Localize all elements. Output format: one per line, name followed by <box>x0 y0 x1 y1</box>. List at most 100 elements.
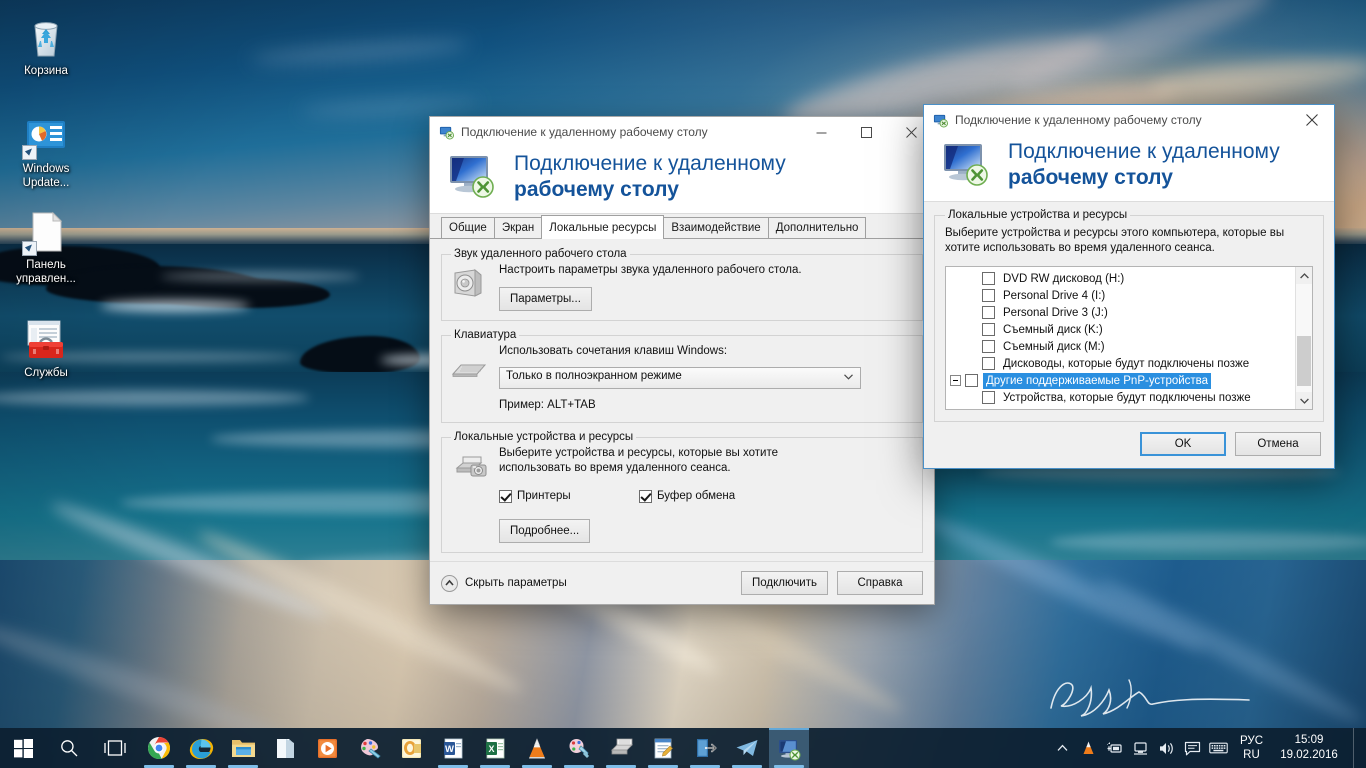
tree-item[interactable]: DVD RW дисковод (H:) <box>948 270 1295 287</box>
taskbar-app-movies-tv[interactable] <box>307 728 347 768</box>
tree-item-checkbox[interactable] <box>982 391 995 404</box>
foam <box>0 390 310 406</box>
windows-key-combo[interactable]: Только в полноэкранном режиме <box>499 367 861 389</box>
taskbar-app-onenote[interactable] <box>265 728 305 768</box>
desktop-icon-services[interactable]: Службы <box>8 316 84 381</box>
tree-item-checkbox[interactable] <box>982 340 995 353</box>
tree-item-checkbox[interactable] <box>982 306 995 319</box>
tree-item-selected[interactable]: Другие поддерживаемые PnP-устройства <box>948 372 1295 389</box>
scroll-down-button[interactable] <box>1296 392 1312 409</box>
ok-button[interactable]: OK <box>1140 432 1226 456</box>
connect-button[interactable]: Подключить <box>740 571 828 595</box>
checkbox-clipboard-box[interactable] <box>639 489 652 503</box>
system-tray[interactable]: РУС RU 15:09 19.02.2016 <box>1050 728 1366 768</box>
tray-icon-volume[interactable] <box>1154 728 1180 768</box>
devices-tree-listbox[interactable]: DVD RW дисковод (H:) Personal Drive 4 (I… <box>945 266 1313 410</box>
taskbar-app-file-explorer[interactable] <box>223 728 263 768</box>
help-button[interactable]: Справка <box>837 571 923 595</box>
windows-key-combo-wrap[interactable]: Только в полноэкранном режиме <box>499 367 861 389</box>
devices-description-1: Выберите устройства и ресурсы этого комп… <box>945 227 1285 239</box>
foam <box>100 300 250 312</box>
tray-icon-network[interactable] <box>1128 728 1154 768</box>
taskbar-app-paint[interactable] <box>559 728 599 768</box>
taskbar-app-word[interactable]: W <box>433 728 473 768</box>
scroll-thumb[interactable] <box>1297 335 1311 386</box>
tray-icon-safely-remove-hardware[interactable] <box>1102 728 1128 768</box>
tab-general[interactable]: Общие <box>441 217 495 238</box>
tab-local-resources[interactable]: Локальные ресурсы <box>541 215 665 239</box>
tree-item[interactable]: Устройства, которые будут подключены поз… <box>948 389 1295 406</box>
taskbar-app-internet-explorer[interactable] <box>181 728 221 768</box>
tree-item-checkbox[interactable] <box>982 357 995 370</box>
taskbar-app-remote-desktop[interactable] <box>769 728 809 768</box>
tree-item[interactable]: Съемный диск (M:) <box>948 338 1295 355</box>
collapse-expander-icon[interactable] <box>950 375 961 386</box>
checkbox-printers-box[interactable] <box>499 489 512 503</box>
taskbar-app-outlook[interactable] <box>391 728 431 768</box>
titlebar[interactable]: Подключение к удаленному рабочему столу <box>430 117 934 147</box>
minimize-button[interactable] <box>799 117 844 147</box>
devices-tree-scrollbar[interactable] <box>1295 267 1312 409</box>
scroll-track[interactable] <box>1296 284 1312 392</box>
clock-date: 19.02.2016 <box>1280 749 1338 761</box>
tab-strip[interactable]: Общие Экран Локальные ресурсы Взаимодейс… <box>430 214 934 239</box>
desktop-icon-recycle-bin[interactable]: Корзина <box>8 14 84 79</box>
start-button[interactable] <box>0 728 46 768</box>
search-button[interactable] <box>46 728 92 768</box>
cloud-wisp <box>1001 0 1279 107</box>
language-indicator[interactable]: РУС RU <box>1232 734 1271 762</box>
window-controls <box>799 117 934 147</box>
group-keyboard-description: Использовать сочетания клавиш Windows: <box>499 345 728 357</box>
maximize-button[interactable] <box>844 117 889 147</box>
tree-item-checkbox[interactable] <box>982 289 995 302</box>
desktop-icon-control-panel[interactable]: Панель управлен... <box>8 208 84 286</box>
hide-options-link[interactable]: Скрыть параметры <box>441 574 567 592</box>
more-devices-button[interactable]: Подробнее... <box>499 519 591 543</box>
taskbar-app-vlc[interactable] <box>517 728 557 768</box>
checkbox-printers[interactable]: Принтеры <box>499 489 639 503</box>
taskbar-app-logoff[interactable] <box>685 728 725 768</box>
task-view-button[interactable] <box>92 728 138 768</box>
tab-display[interactable]: Экран <box>493 217 543 238</box>
taskbar-app-paint-3d[interactable] <box>349 728 389 768</box>
tray-icon-action-center[interactable] <box>1180 728 1206 768</box>
checkbox-clipboard[interactable]: Буфер обмена <box>639 489 735 503</box>
show-desktop-button[interactable] <box>1353 728 1360 768</box>
taskbar-app-scanner[interactable] <box>601 728 641 768</box>
devices-tree-items[interactable]: DVD RW дисковод (H:) Personal Drive 4 (I… <box>946 267 1295 409</box>
tab-experience[interactable]: Взаимодействие <box>663 217 769 238</box>
tree-item[interactable]: Дисководы, которые будут подключены позж… <box>948 355 1295 372</box>
scroll-up-button[interactable] <box>1296 267 1312 284</box>
tree-item-checkbox[interactable] <box>965 374 978 387</box>
tree-item-checkbox[interactable] <box>982 272 995 285</box>
taskbar-app-chrome[interactable] <box>139 728 179 768</box>
close-button[interactable] <box>1289 105 1334 135</box>
taskbar[interactable]: W X РУС RU 15:09 19.02.2016 <box>0 728 1366 768</box>
desktop-icon-windows-update[interactable]: Windows Update... <box>8 112 84 190</box>
clock[interactable]: 15:09 19.02.2016 <box>1271 733 1353 763</box>
desktop[interactable]: Корзина Windows Update... Панель управле… <box>0 0 1366 768</box>
show-hidden-icons-button[interactable] <box>1050 728 1076 768</box>
cancel-button[interactable]: Отмена <box>1235 432 1321 456</box>
tree-item[interactable]: Съемный диск (K:) <box>948 321 1295 338</box>
tray-icon-touch-keyboard[interactable] <box>1206 728 1232 768</box>
tree-item[interactable]: Personal Drive 3 (J:) <box>948 304 1295 321</box>
taskbar-app-telegram[interactable] <box>727 728 767 768</box>
taskbar-app-excel[interactable]: X <box>475 728 515 768</box>
cloud-wisp <box>299 95 481 119</box>
wordpad-icon <box>654 738 673 758</box>
tray-icon-vlc[interactable] <box>1076 728 1102 768</box>
folder-icon <box>231 740 255 757</box>
audio-settings-button[interactable]: Параметры... <box>499 287 592 311</box>
desktop-icon-label: Windows Update... <box>22 163 70 189</box>
tab-advanced[interactable]: Дополнительно <box>767 217 867 238</box>
taskbar-app-wordpad[interactable] <box>643 728 683 768</box>
window-local-devices-dialog[interactable]: Подключение к удаленному рабочему столу <box>924 105 1334 468</box>
checkbox-clipboard-label: Буфер обмена <box>657 490 736 502</box>
window-remote-desktop-options[interactable]: Подключение к удаленному рабочему столу <box>430 117 934 604</box>
language-line-1: РУС <box>1239 735 1263 747</box>
tree-item-checkbox[interactable] <box>982 323 995 336</box>
titlebar[interactable]: Подключение к удаленному рабочему столу <box>924 105 1334 135</box>
tree-item[interactable]: Personal Drive 4 (I:) <box>948 287 1295 304</box>
devices-dialog-buttons: OK Отмена <box>924 422 1334 468</box>
